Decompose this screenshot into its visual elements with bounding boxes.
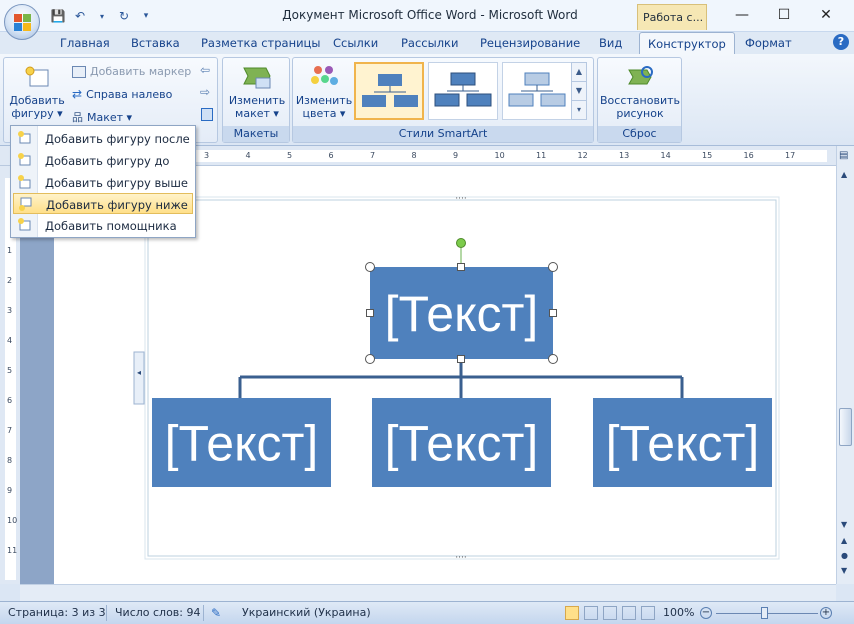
text-pane-toggle[interactable]	[133, 351, 145, 405]
menu-item-add-after[interactable]: Добавить фигуру после	[13, 128, 193, 149]
draft-icon[interactable]	[641, 606, 655, 620]
zoom-in-icon[interactable]: +	[820, 607, 832, 619]
add-shape-menu: Добавить фигуру после Добавить фигуру до…	[10, 125, 196, 238]
resize-handle[interactable]	[548, 354, 558, 364]
add-before-icon	[17, 153, 33, 167]
menu-label: Добавить помощника	[45, 219, 177, 233]
add-assistant-icon	[17, 218, 33, 232]
org-box-top-text[interactable]: [Текст]	[385, 286, 539, 342]
smartart-graphic[interactable]: ···· ···· ◂ [Текст] [Текст] [Текст] [Текст]	[0, 0, 854, 624]
full-screen-reading-icon[interactable]	[584, 606, 598, 620]
resize-handle[interactable]	[548, 262, 558, 272]
vertical-scrollbar[interactable]: ▤ ▲ ▼ ▲ ● ▼	[836, 146, 854, 584]
menu-item-add-below[interactable]: Добавить фигуру ниже	[13, 193, 193, 214]
org-box-child[interactable]: [Текст]	[593, 398, 772, 487]
menu-label: Добавить фигуру после	[45, 132, 190, 146]
status-separator	[106, 605, 107, 621]
next-page-icon[interactable]: ▼	[841, 566, 847, 575]
menu-label: Добавить фигуру выше	[45, 176, 188, 190]
org-box-top[interactable]: [Текст]	[370, 267, 553, 359]
menu-item-add-before[interactable]: Добавить фигуру до	[13, 150, 193, 171]
prev-page-icon[interactable]: ▲	[841, 536, 847, 545]
menu-label: Добавить фигуру ниже	[46, 198, 188, 212]
add-below-icon	[18, 197, 34, 211]
web-layout-icon[interactable]	[603, 606, 617, 620]
expand-arrow-icon[interactable]: ◂	[137, 368, 141, 377]
resize-handle[interactable]	[457, 355, 465, 363]
menu-item-add-assistant[interactable]: Добавить помощника	[13, 215, 193, 236]
connector-lines	[238, 359, 684, 398]
resize-handle[interactable]	[365, 262, 375, 272]
zoom-out-icon[interactable]: −	[700, 607, 712, 619]
zoom-level[interactable]: 100%	[663, 606, 694, 619]
ruler-toggle-icon[interactable]: ▤	[839, 150, 848, 161]
spellcheck-icon[interactable]: ✎	[211, 606, 221, 620]
resize-handle[interactable]	[365, 354, 375, 364]
org-box-child-text[interactable]: [Текст]	[385, 416, 539, 472]
resize-handle[interactable]	[549, 309, 557, 317]
scroll-up-icon[interactable]: ▲	[841, 170, 847, 179]
scroll-thumb[interactable]	[839, 408, 852, 446]
frame-handle-top-icon[interactable]: ····	[455, 194, 466, 204]
menu-item-add-above[interactable]: Добавить фигуру выше	[13, 172, 193, 193]
resize-handle[interactable]	[366, 309, 374, 317]
print-layout-icon[interactable]	[565, 606, 579, 620]
status-bar: Страница: 3 из 3 Число слов: 94 ✎ Украин…	[0, 601, 854, 624]
menu-label: Добавить фигуру до	[45, 154, 170, 168]
add-above-icon	[17, 175, 33, 189]
add-after-icon	[17, 131, 33, 145]
language-indicator[interactable]: Украинский (Украина)	[242, 606, 371, 619]
page-counter[interactable]: Страница: 3 из 3	[8, 606, 106, 619]
outline-icon[interactable]	[622, 606, 636, 620]
browse-object-icon[interactable]: ●	[841, 551, 848, 560]
office-button[interactable]	[4, 4, 40, 40]
office-logo-icon	[14, 14, 32, 32]
status-separator	[203, 605, 204, 621]
word-count[interactable]: Число слов: 94	[115, 606, 201, 619]
resize-handle[interactable]	[457, 263, 465, 271]
zoom-slider-thumb[interactable]	[761, 607, 768, 619]
org-box-child[interactable]: [Текст]	[372, 398, 551, 487]
org-box-child-text[interactable]: [Текст]	[606, 416, 760, 472]
org-box-child-text[interactable]: [Текст]	[165, 416, 319, 472]
scroll-down-icon[interactable]: ▼	[841, 520, 847, 529]
rotate-handle[interactable]	[456, 238, 466, 248]
org-box-child[interactable]: [Текст]	[152, 398, 331, 487]
frame-handle-bottom-icon[interactable]: ····	[455, 553, 466, 563]
horizontal-scrollbar[interactable]	[20, 584, 836, 601]
